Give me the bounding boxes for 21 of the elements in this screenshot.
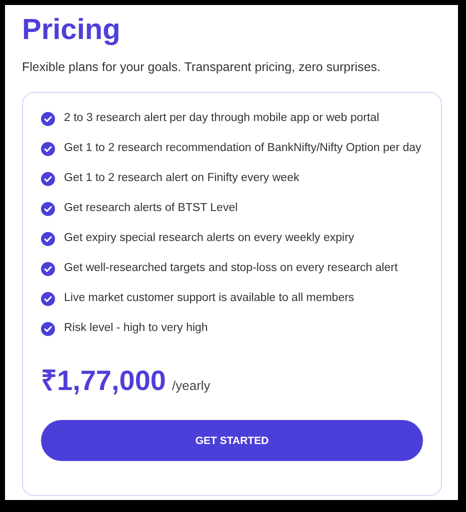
- feature-text: Get expiry special research alerts on every weekly expiry: [64, 231, 354, 246]
- check-icon: [41, 292, 55, 306]
- subtitle: Flexible plans for your goals. Transparent pricing, zero surprises.: [22, 59, 382, 75]
- feature-text: Get well-researched targets and stop-loss on every research alert: [64, 261, 398, 276]
- price: ₹1,77,000: [41, 364, 166, 398]
- feature-text: Get 1 to 2 research alert on Finifty every week: [64, 171, 300, 186]
- page-title: Pricing: [22, 13, 122, 47]
- check-icon: [41, 172, 55, 186]
- check-icon: [41, 112, 55, 126]
- billing-period: /yearly: [172, 378, 210, 393]
- check-icon: [41, 232, 55, 246]
- feature-text: 2 to 3 research alert per day through mobile app or web portal: [64, 111, 380, 126]
- check-icon: [41, 322, 55, 336]
- feature-text: Live market customer support is available to all members: [64, 291, 354, 306]
- feature-text: Get research alerts of BTST Level: [64, 201, 238, 216]
- get-started-button[interactable]: GET STARTED: [41, 420, 423, 461]
- feature-text: Risk level - high to very high: [64, 321, 208, 336]
- check-icon: [41, 142, 55, 156]
- check-icon: [41, 202, 55, 216]
- check-icon: [41, 262, 55, 276]
- feature-text: Get 1 to 2 research recommendation of BankNifty/Nifty Option per day: [64, 141, 422, 156]
